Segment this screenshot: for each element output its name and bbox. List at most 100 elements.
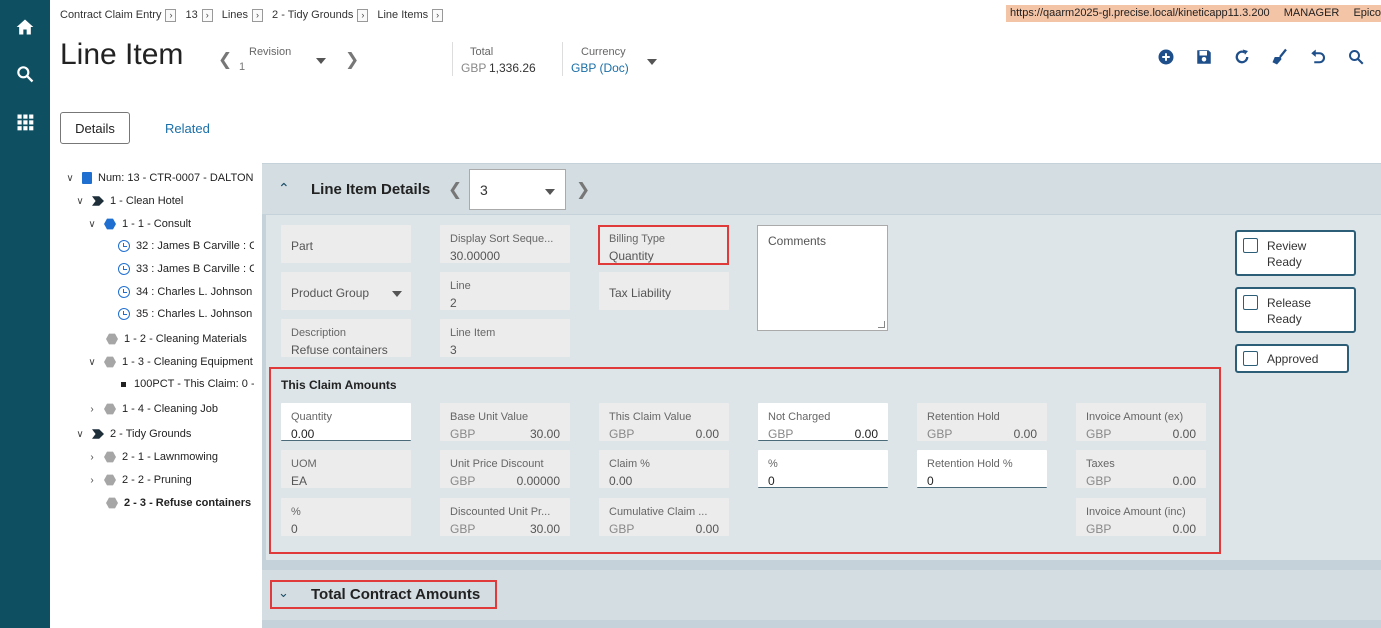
claim-percent-field[interactable]: Claim % 0.00 [599, 450, 729, 488]
field-value: 0.00 [609, 474, 633, 488]
product-group-field[interactable]: Product Group [281, 272, 411, 310]
chevron-right-icon[interactable]: › [201, 8, 213, 22]
chevron-right-icon[interactable]: › [432, 8, 444, 22]
tree-node[interactable]: ∨ 1 - 3 - Cleaning Equipment [86, 352, 253, 372]
breadcrumb-item[interactable]: Lines [222, 9, 248, 21]
chevron-down-icon[interactable]: ∨ [86, 219, 98, 230]
chevron-left-icon[interactable]: ❮ [448, 180, 462, 200]
tree-node-selected[interactable]: 2 - 3 - Refuse containers [106, 493, 251, 513]
breadcrumb-item[interactable]: Contract Claim Entry [60, 9, 161, 21]
taxes-field[interactable]: Taxes GBP 0.00 [1076, 450, 1206, 488]
chevron-right-icon[interactable]: › [165, 8, 177, 22]
chevron-right-icon[interactable]: › [86, 452, 98, 463]
search-icon [17, 66, 34, 83]
chevron-down-icon[interactable]: ∨ [74, 429, 86, 440]
save-button[interactable] [1194, 47, 1214, 67]
tree-node[interactable]: › 2 - 1 - Lawnmowing [86, 447, 218, 467]
not-charged-input[interactable]: Not Charged GBP 0.00 [758, 403, 888, 441]
breadcrumb-item[interactable]: Line Items [377, 9, 428, 21]
home-button[interactable] [0, 7, 50, 47]
retention-hold-field[interactable]: Retention Hold GBP 0.00 [917, 403, 1047, 441]
line-field[interactable]: Line 2 [440, 272, 570, 310]
tree-node[interactable]: 32 : James B Carville : Cl [118, 236, 254, 256]
chevron-down-icon[interactable]: ∨ [74, 196, 86, 207]
release-ready-checkbox[interactable]: Release Ready [1235, 287, 1356, 333]
undo-button[interactable] [1308, 47, 1328, 67]
currency-value[interactable]: GBP (Doc) [571, 61, 629, 75]
tree-node[interactable]: 1 - 2 - Cleaning Materials [106, 329, 247, 349]
breadcrumb-item[interactable]: 2 - Tidy Grounds [272, 9, 353, 21]
chevron-down-icon[interactable]: ∨ [64, 173, 76, 184]
tree-node[interactable]: 35 : Charles L. Johnson : [118, 304, 254, 324]
display-sort-field[interactable]: Display Sort Seque... 30.00000 [440, 225, 570, 263]
refresh-icon [1235, 49, 1249, 64]
refresh-button[interactable] [1232, 47, 1252, 67]
line-item-field[interactable]: Line Item 3 [440, 319, 570, 357]
toolbar [1156, 47, 1366, 67]
field-currency: GBP [1086, 522, 1112, 536]
approved-checkbox[interactable]: Approved [1235, 344, 1349, 373]
clear-icon [1272, 48, 1287, 65]
unit-price-discount-field[interactable]: Unit Price Discount GBP 0.00000 [440, 450, 570, 488]
cumulative-claim-field[interactable]: Cumulative Claim ... GBP 0.00 [599, 498, 729, 536]
field-label: Product Group [291, 286, 370, 300]
tree-node[interactable]: ∨ Num: 13 - CTR-0007 - DALTON - F [64, 168, 254, 188]
tree-node[interactable]: ∨ 2 - Tidy Grounds [74, 424, 191, 444]
search-nav-button[interactable] [0, 54, 50, 94]
revision-value[interactable]: 1 [239, 61, 245, 73]
tab-related[interactable]: Related [165, 121, 210, 136]
tree-node[interactable]: 34 : Charles L. Johnson : [118, 282, 254, 302]
chevron-right-icon[interactable]: › [86, 404, 98, 415]
tree-node[interactable]: 33 : James B Carville : Cl [118, 259, 254, 279]
field-label: Not Charged [768, 411, 831, 423]
chevron-down-icon[interactable] [545, 189, 555, 195]
chevron-right-icon[interactable]: › [86, 475, 98, 486]
resize-handle-icon[interactable] [878, 321, 885, 328]
chevron-right-icon[interactable]: › [357, 8, 369, 22]
chevron-right-icon[interactable]: ❯ [576, 180, 590, 200]
review-ready-checkbox[interactable]: Review Ready [1235, 230, 1356, 276]
tab-details[interactable]: Details [60, 112, 130, 144]
discounted-unit-price-field[interactable]: Discounted Unit Pr... GBP 30.00 [440, 498, 570, 536]
tree-node-label: Num: 13 - CTR-0007 - DALTON - F [98, 172, 254, 184]
retention-hold-percent-input[interactable]: Retention Hold % 0 [917, 450, 1047, 488]
clear-button[interactable] [1270, 47, 1290, 67]
quantity-input[interactable]: Quantity 0.00 [281, 403, 411, 441]
chevron-down-icon[interactable]: ∨ [86, 357, 98, 368]
tree-node-label: 2 - 3 - Refuse containers [124, 497, 252, 509]
tree-node[interactable]: 100PCT - This Claim: 0 - T [118, 374, 254, 394]
description-field[interactable]: Description Refuse containers [281, 319, 411, 357]
chevron-down-icon[interactable] [316, 58, 326, 64]
invoice-amount-inc-field[interactable]: Invoice Amount (inc) GBP 0.00 [1076, 498, 1206, 536]
add-button[interactable] [1156, 47, 1176, 67]
tree-node[interactable]: › 2 - 2 - Pruning [86, 470, 191, 490]
base-unit-value-field[interactable]: Base Unit Value GBP 30.00 [440, 403, 570, 441]
chevron-down-icon[interactable] [392, 291, 402, 297]
apps-button[interactable] [0, 102, 50, 142]
not-charged-percent-input[interactable]: % 0 [758, 450, 888, 488]
chevron-down-icon[interactable] [647, 59, 657, 65]
breadcrumb-item[interactable]: 13 [185, 9, 197, 21]
search-button[interactable] [1346, 47, 1366, 67]
this-claim-value-field[interactable]: This Claim Value GBP 0.00 [599, 403, 729, 441]
tree-node[interactable]: › 1 - 4 - Cleaning Job [86, 399, 218, 419]
invoice-amount-ex-field[interactable]: Invoice Amount (ex) GBP 0.00 [1076, 403, 1206, 441]
tree-node[interactable]: ∨ 1 - 1 - Consult [86, 214, 191, 234]
chevron-up-icon[interactable]: ⌃ [278, 180, 290, 197]
hexagon-icon [106, 497, 118, 509]
comments-textarea[interactable]: Comments [757, 225, 888, 331]
tree-node[interactable]: ∨ 1 - Clean Hotel [74, 191, 183, 211]
field-value: 0 [768, 474, 775, 488]
chevron-right-icon[interactable]: ❯ [345, 50, 359, 70]
field-label: Unit Price Discount [450, 458, 544, 470]
chevron-left-icon[interactable]: ❮ [218, 50, 232, 70]
chevron-right-icon[interactable]: › [252, 8, 264, 22]
part-field[interactable]: Part [281, 225, 411, 263]
percent-field[interactable]: % 0 [281, 498, 411, 536]
tax-liability-field[interactable]: Tax Liability [599, 272, 729, 310]
total-label: Total [470, 46, 494, 58]
clock-icon [118, 240, 130, 252]
chevron-down-icon[interactable]: ⌄ [278, 585, 289, 601]
uom-field[interactable]: UOM EA [281, 450, 411, 488]
header-divider [452, 42, 453, 76]
